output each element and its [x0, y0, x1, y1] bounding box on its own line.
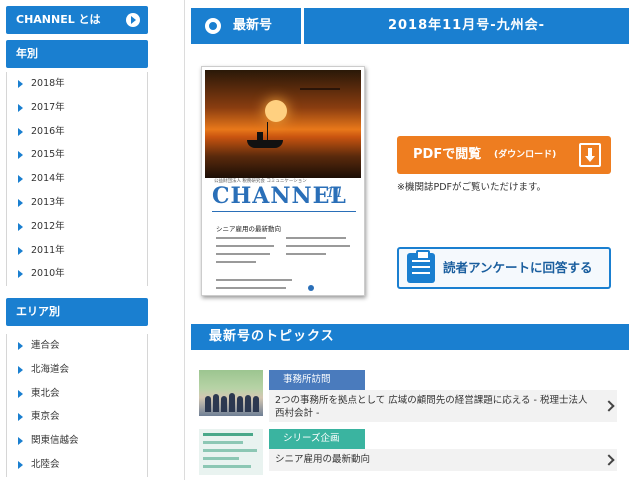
triangle-right-icon — [18, 342, 23, 350]
pdf-download-sub-label: (ダウンロード) — [494, 150, 557, 160]
triangle-right-icon — [18, 437, 23, 446]
area-label: 連合会 — [31, 340, 60, 351]
cover-toc-line — [286, 253, 326, 255]
topic-category: シリーズ企画 — [269, 429, 365, 449]
cover-toc-line — [216, 237, 266, 239]
year-label: 2017年 — [31, 101, 65, 113]
area-label: 北海道会 — [31, 363, 70, 375]
triangle-right-icon — [18, 127, 23, 136]
download-icon — [579, 143, 601, 167]
cover-photo — [205, 70, 361, 178]
sidebar-item-area[interactable]: 東京会 — [7, 405, 147, 430]
area-label: 関東信越会 — [31, 435, 79, 447]
year-label: 2014年 — [31, 173, 65, 185]
reader-survey-label: 読者アンケートに回答する — [443, 260, 593, 275]
year-section-label: 年別 — [16, 47, 38, 60]
sidebar-item-year[interactable]: 2015年 — [7, 143, 147, 168]
triangle-right-icon — [18, 270, 23, 279]
year-label: 2010年 — [31, 268, 65, 280]
triangle-right-icon — [18, 151, 23, 160]
area-label: 東北会 — [31, 387, 60, 399]
cover-feature: シニア雇用の最新動向 — [216, 225, 281, 233]
cover-toc-line — [286, 237, 346, 239]
triangle-right-icon — [18, 222, 23, 231]
triangle-right-icon — [18, 103, 23, 112]
topics-header: 最新号のトピックス — [191, 324, 629, 350]
latest-issue-label: 最新号 — [233, 18, 273, 33]
topic-body: シニア雇用の最新動向 — [269, 449, 617, 471]
cranes-shape — [300, 88, 340, 102]
cover-toc-line — [286, 245, 350, 247]
latest-issue-tab: 最新号 — [191, 8, 301, 44]
topic-thumbnail — [199, 429, 263, 475]
sidebar-item-year[interactable]: 2018年 — [7, 72, 147, 96]
triangle-right-icon — [18, 413, 23, 422]
year-label: 2016年 — [31, 125, 65, 137]
topic-title: シニア雇用の最新動向 — [275, 454, 371, 465]
sidebar-item-area[interactable]: 北陸会 — [7, 453, 147, 477]
topic-item[interactable]: 事務所訪問 2つの事務所を拠点として 広域の顧問先の経営課題に応える - 税理士… — [199, 370, 617, 422]
sidebar-item-area[interactable]: 連合会 — [7, 334, 147, 358]
area-label: 東京会 — [31, 411, 60, 423]
sidebar-item-year[interactable]: 2010年 — [7, 262, 147, 287]
triangle-right-icon — [18, 389, 23, 398]
area-list: 連合会 北海道会 東北会 東京会 関東信越会 北陸会 — [6, 334, 148, 477]
pdf-note: ※機関誌PDFがご覧いただけます。 — [397, 182, 547, 193]
triangle-right-icon — [18, 365, 23, 374]
sidebar-item-year[interactable]: 2016年 — [7, 120, 147, 144]
year-label: 2015年 — [31, 149, 65, 161]
cover-toc-line — [216, 253, 270, 255]
topic-category: 事務所訪問 — [269, 370, 365, 390]
sidebar-item-area[interactable]: 北海道会 — [7, 358, 147, 382]
magazine-cover[interactable]: 公益財団法人 税務研究会 コミュニケーション CHANNEL 11 シニア雇用の… — [201, 66, 365, 296]
sidebar-item-year[interactable]: 2014年 — [7, 167, 147, 191]
sidebar: CHANNEL とは 年別 2018年 2017年 2016年 2015年 20… — [0, 0, 154, 480]
clipboard-icon — [407, 250, 435, 283]
sidebar-item-year[interactable]: 2012年 — [7, 215, 147, 239]
year-label: 2013年 — [31, 196, 65, 208]
triangle-right-icon — [18, 246, 23, 255]
cover-rule — [212, 211, 356, 212]
triangle-right-icon — [18, 175, 23, 184]
cover-toc-line — [216, 279, 292, 281]
sidebar-item-year[interactable]: 2013年 — [7, 191, 147, 215]
reader-survey-button[interactable]: 読者アンケートに回答する — [397, 247, 611, 289]
cover-toc-line — [216, 245, 274, 247]
year-label: 2012年 — [31, 220, 65, 232]
issue-header: 最新号 2018年11月号-九州会- — [191, 8, 629, 44]
circle-arrow-icon — [126, 13, 140, 27]
cover-issue-number: 11 — [326, 185, 344, 201]
sidebar-item-year[interactable]: 2011年 — [7, 239, 147, 263]
triangle-right-icon — [18, 460, 23, 469]
channel-about-label: CHANNEL とは — [16, 13, 101, 26]
year-label: 2018年 — [31, 78, 65, 89]
sidebar-item-area[interactable]: 関東信越会 — [7, 429, 147, 453]
issue-title: 2018年11月号-九州会- — [304, 8, 629, 44]
topic-thumbnail — [199, 370, 263, 416]
ring-icon — [205, 18, 221, 34]
sidebar-item-year[interactable]: 2017年 — [7, 96, 147, 120]
area-section-header: エリア別 — [6, 298, 148, 326]
area-section-label: エリア別 — [16, 305, 60, 318]
cover-toc-line — [216, 287, 286, 289]
area-label: 北陸会 — [31, 458, 60, 470]
boat-shape — [247, 122, 283, 148]
topic-body: 2つの事務所を拠点として 広域の顧問先の経営課題に応える - 税理士法人 西村会… — [269, 390, 617, 422]
cover-toc-line — [216, 261, 256, 263]
triangle-right-icon — [18, 198, 23, 207]
triangle-right-icon — [18, 80, 23, 88]
main-content: 最新号 2018年11月号-九州会- 公益財団法人 税務研究会 コミュニケーショ… — [184, 0, 640, 480]
channel-about-link[interactable]: CHANNEL とは — [6, 6, 148, 34]
topic-item[interactable]: シリーズ企画 シニア雇用の最新動向 — [199, 429, 617, 475]
pdf-download-button[interactable]: PDFで閲覧 (ダウンロード) — [397, 136, 611, 174]
topic-title: 2つの事務所を拠点として 広域の顧問先の経営課題に応える - 税理士法人 西村会… — [275, 395, 588, 419]
sun-shape — [265, 100, 287, 122]
year-list: 2018年 2017年 2016年 2015年 2014年 2013年 2012… — [6, 72, 148, 287]
year-section-header: 年別 — [6, 40, 148, 68]
cover-logo — [308, 285, 314, 291]
pdf-download-label: PDFで閲覧 — [413, 147, 482, 162]
sidebar-item-area[interactable]: 東北会 — [7, 382, 147, 406]
year-label: 2011年 — [31, 244, 65, 256]
